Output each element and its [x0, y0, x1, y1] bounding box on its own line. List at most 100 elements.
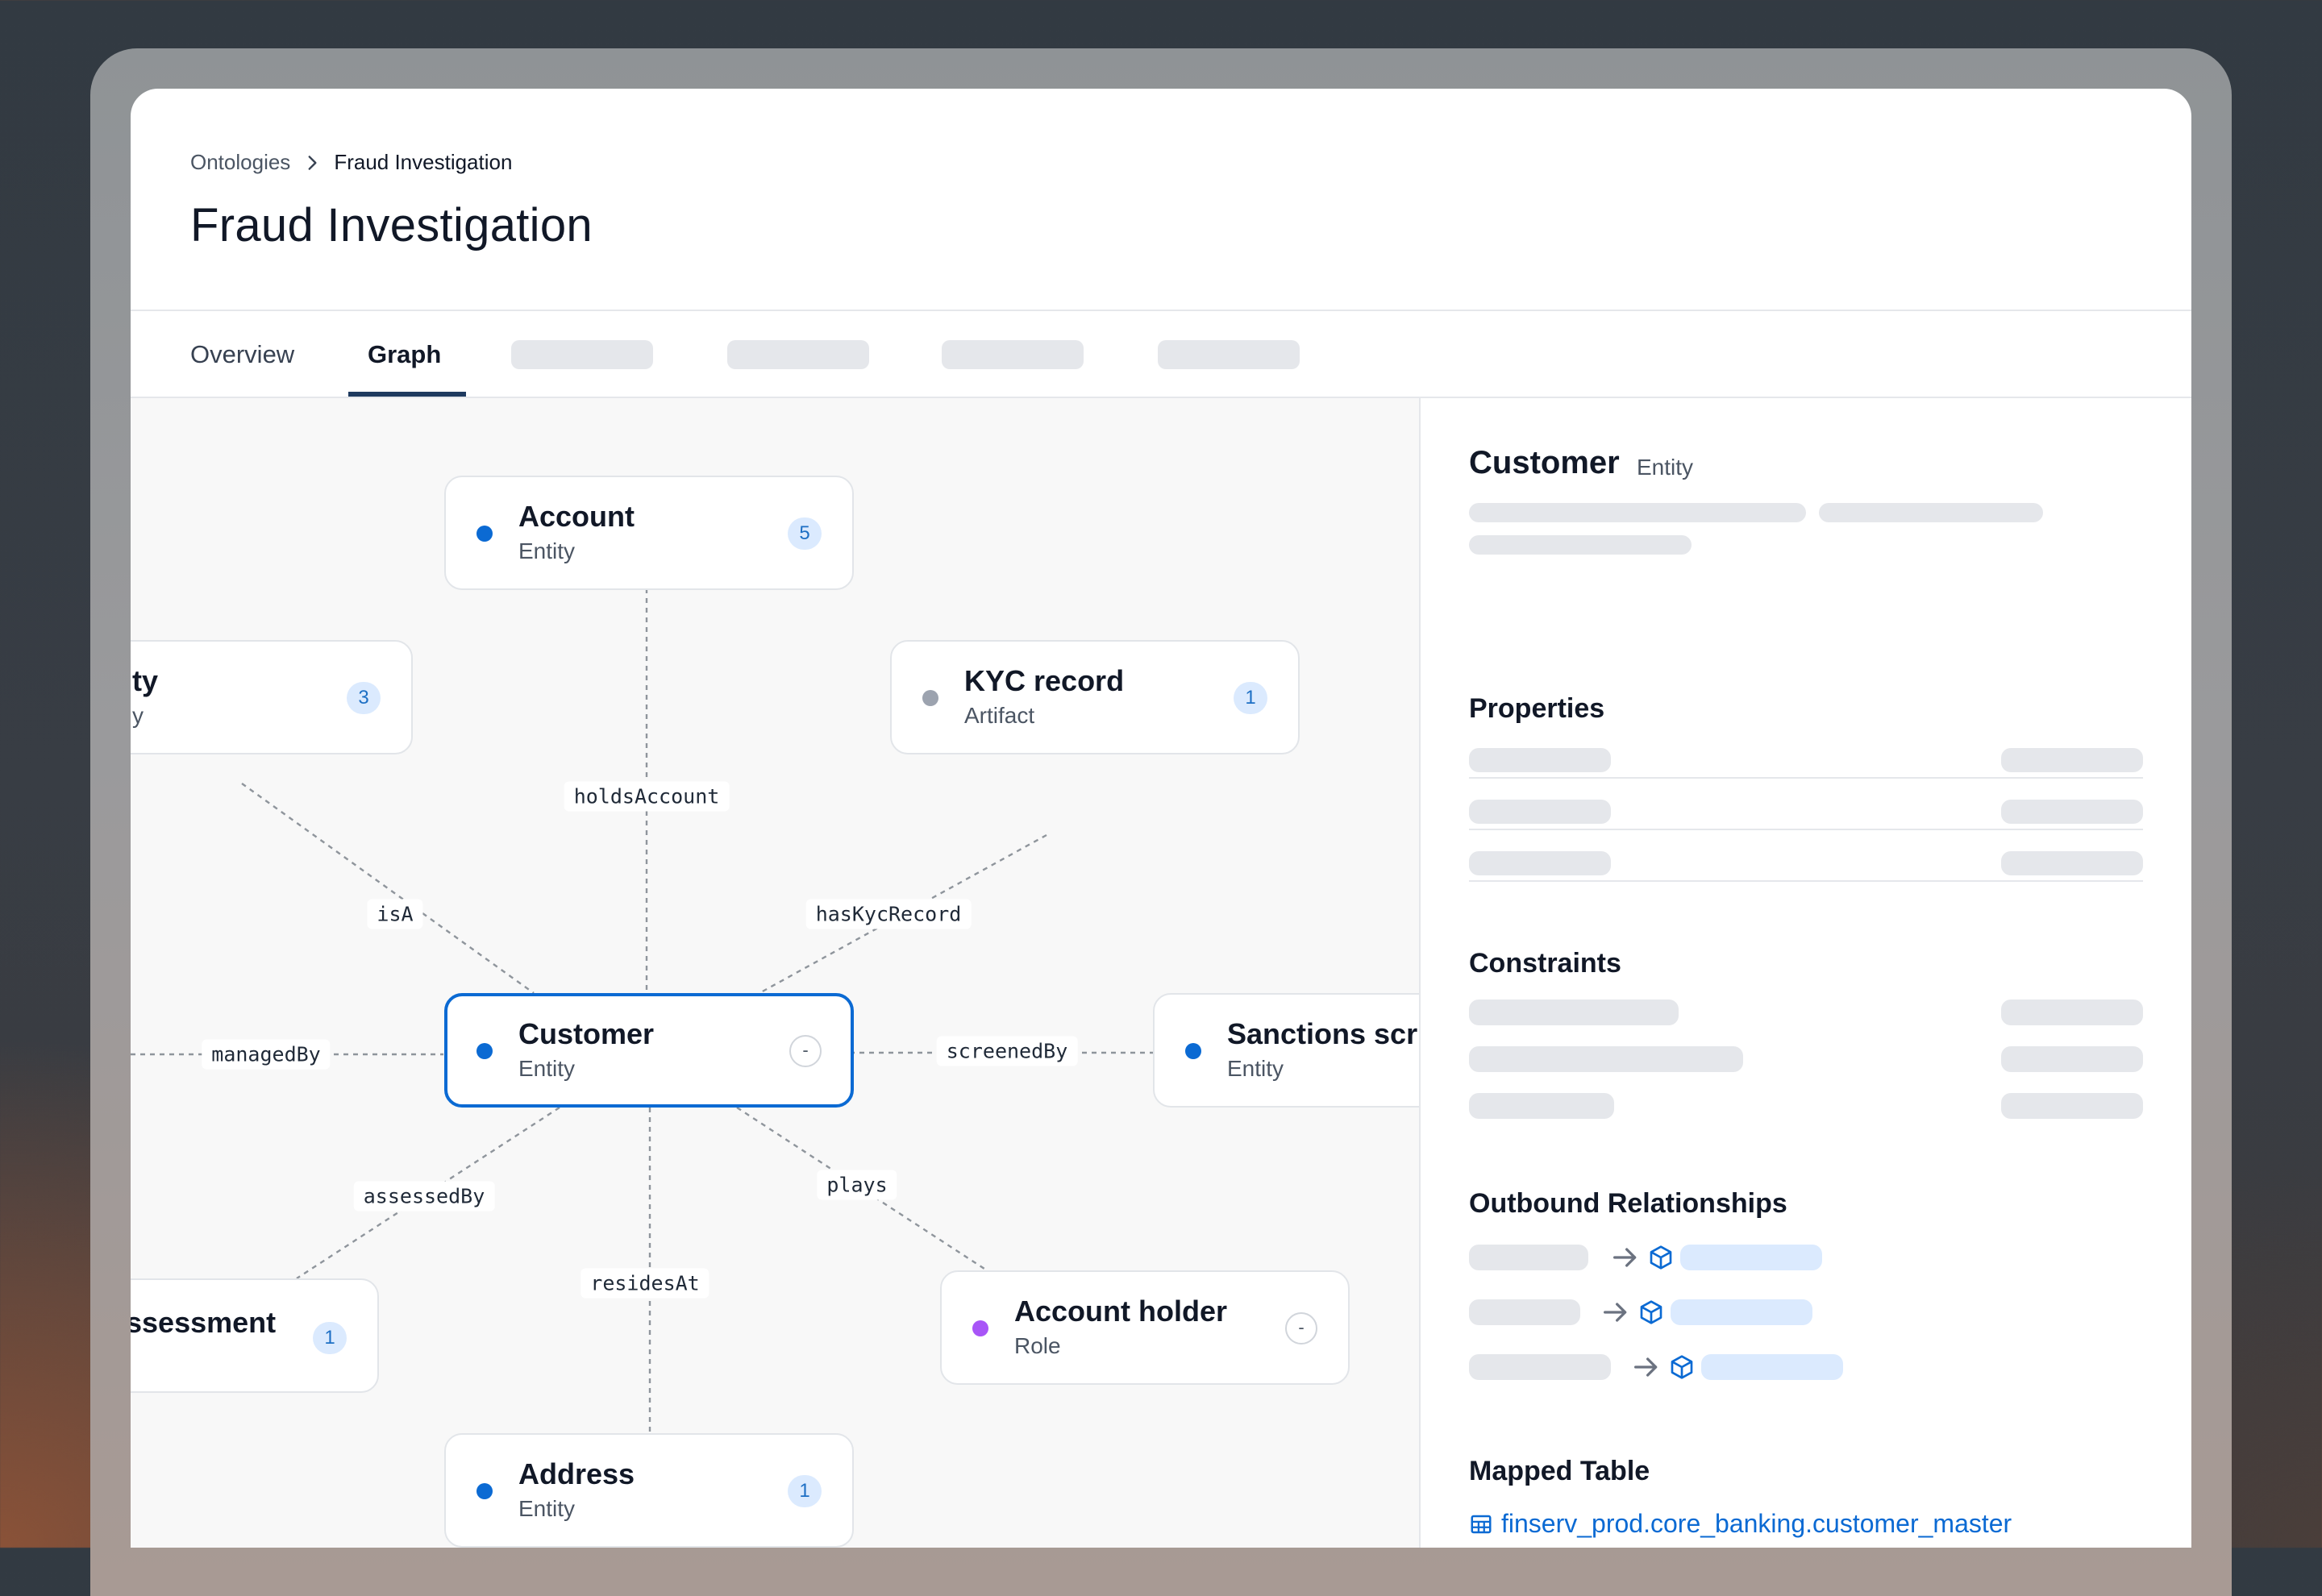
constraint-name-placeholder [1469, 1093, 1614, 1119]
mapped-table-heading: Mapped Table [1469, 1456, 1650, 1486]
node-title: Address [518, 1457, 635, 1490]
description-placeholder [1469, 535, 1692, 555]
mapped-table-link[interactable]: finserv_prod.core_banking.customer_maste… [1469, 1509, 2012, 1539]
node-subtitle: Entity [518, 1056, 576, 1081]
page-header: Ontologies Fraud Investigation Fraud Inv… [131, 89, 2191, 311]
edge-label-screened-by: screenedBy [936, 1036, 1078, 1066]
node-address[interactable]: Address Entity 1 [444, 1433, 854, 1548]
entity-dot-icon [476, 526, 493, 542]
node-title: Sanctions scr [1227, 1017, 1418, 1050]
count-badge: 1 [313, 1322, 347, 1354]
edge-is-a [241, 783, 535, 994]
cube-icon [1640, 1300, 1662, 1324]
cube-icon [1671, 1355, 1693, 1379]
collapse-button[interactable]: - [789, 1035, 822, 1067]
graph-canvas[interactable]: holdsAccount isA hasKycRecord managedBy … [131, 398, 1419, 1548]
node-assessment[interactable]: ssessment 1 [131, 1278, 379, 1393]
node-title: Account [518, 500, 635, 533]
table-icon [1471, 1515, 1492, 1533]
edge-label-managed-by: managedBy [202, 1039, 331, 1070]
page-title: Fraud Investigation [190, 199, 593, 251]
property-name-placeholder [1469, 748, 1611, 772]
node-account[interactable]: Account Entity 5 [444, 476, 854, 590]
node-title: Customer [518, 1017, 655, 1050]
breadcrumb: Ontologies Fraud Investigation [190, 150, 512, 175]
tab-placeholder-1[interactable] [511, 340, 653, 369]
entity-dot-icon [476, 1483, 493, 1499]
breadcrumb-root-link[interactable]: Ontologies [190, 150, 290, 175]
role-dot-icon [972, 1320, 988, 1336]
node-title: KYC record [964, 664, 1125, 697]
constraint-value-placeholder [2001, 1093, 2143, 1119]
node-customer[interactable]: Customer Entity - [444, 993, 854, 1108]
property-value-placeholder [2001, 800, 2143, 824]
chevron-right-icon [308, 155, 317, 170]
tab-placeholder-2[interactable] [727, 340, 869, 369]
edge-label-assessed-by: assessedBy [353, 1181, 495, 1212]
constraint-value-placeholder [2001, 1046, 2143, 1072]
row-divider [1469, 829, 2143, 830]
tab-placeholder-4[interactable] [1158, 340, 1300, 369]
relationship-name-placeholder [1469, 1245, 1588, 1270]
node-title: Account holder [1014, 1295, 1228, 1328]
entity-dot-icon [476, 1043, 493, 1059]
relationship-name-placeholder [1469, 1299, 1580, 1325]
node-subtitle: Artifact [964, 703, 1035, 728]
constraint-value-placeholder [2001, 1000, 2143, 1025]
property-name-placeholder [1469, 800, 1611, 824]
active-tab-indicator [348, 392, 466, 397]
app-window: Ontologies Fraud Investigation Fraud Inv… [131, 89, 2191, 1548]
cube-icon [1650, 1245, 1672, 1270]
arrow-right-icon [1634, 1357, 1658, 1377]
tab-placeholder-3[interactable] [942, 340, 1084, 369]
outbound-relationships-heading: Outbound Relationships [1469, 1188, 1787, 1219]
breadcrumb-current: Fraud Investigation [334, 150, 513, 174]
property-value-placeholder [2001, 851, 2143, 875]
node-title: ssessment [131, 1306, 277, 1339]
panel-type: Entity [1637, 455, 1694, 480]
constraint-name-placeholder [1469, 1046, 1743, 1072]
relationship-name-placeholder [1469, 1354, 1611, 1380]
description-placeholder [1819, 503, 2043, 522]
collapse-button[interactable]: - [1285, 1312, 1317, 1345]
node-subtitle: Entity [518, 1496, 576, 1521]
property-value-placeholder [2001, 748, 2143, 772]
property-name-placeholder [1469, 851, 1611, 875]
node-kyc-record[interactable]: KYC record Artifact 1 [890, 640, 1300, 754]
node-subtitle: y [132, 703, 144, 728]
node-title: ty [132, 664, 159, 697]
tab-graph[interactable]: Graph [368, 340, 441, 369]
detail-panel: Customer Entity Properties Constraints O… [1419, 398, 2191, 1548]
count-badge: 5 [788, 517, 822, 550]
properties-heading: Properties [1469, 693, 1605, 724]
relationship-target-placeholder [1701, 1354, 1843, 1380]
mapped-table-name[interactable]: finserv_prod.core_banking.customer_maste… [1501, 1509, 2012, 1539]
edge-label-is-a: isA [367, 899, 423, 929]
arrow-right-icon [1604, 1303, 1627, 1322]
count-badge: 1 [1234, 682, 1267, 714]
panel-title: Customer [1469, 445, 1620, 480]
description-placeholder [1469, 503, 1806, 522]
edge-label-resides-at: residesAt [580, 1268, 710, 1299]
node-subtitle: Entity [1227, 1056, 1284, 1081]
constraints-heading: Constraints [1469, 948, 1621, 979]
edge-label-plays: plays [817, 1170, 897, 1200]
relationship-target-placeholder [1680, 1245, 1822, 1270]
arrow-right-icon [1613, 1248, 1637, 1267]
edge-label-has-kyc-record: hasKycRecord [805, 899, 972, 929]
node-party[interactable]: ty y 3 [131, 640, 413, 754]
row-divider [1469, 880, 2143, 882]
tab-overview[interactable]: Overview [190, 340, 294, 369]
row-divider [1469, 777, 2143, 779]
constraint-name-placeholder [1469, 1000, 1679, 1025]
node-sanctions-screening[interactable]: Sanctions scr Entity [1153, 993, 1419, 1108]
count-badge: 3 [347, 682, 381, 714]
node-subtitle: Entity [518, 538, 576, 563]
artifact-dot-icon [922, 690, 938, 706]
node-account-holder[interactable]: Account holder Role - [940, 1270, 1350, 1385]
edge-label-holds-account: holdsAccount [564, 781, 730, 812]
node-subtitle: Role [1014, 1333, 1061, 1358]
entity-dot-icon [1185, 1043, 1201, 1059]
relationship-target-placeholder [1671, 1299, 1812, 1325]
count-badge: 1 [788, 1475, 822, 1507]
